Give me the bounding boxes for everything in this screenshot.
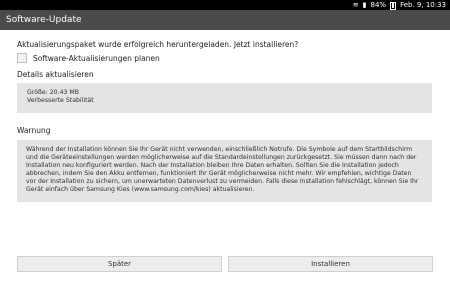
battery-percentage: 84% [370, 1, 387, 9]
battery-icon [390, 1, 397, 10]
warning-box: Während der Installation können Sie Ihr … [17, 140, 432, 202]
install-button[interactable]: Installieren [228, 256, 433, 272]
wifi-icon: ≋ [352, 1, 359, 9]
status-datetime: Feb. 9, 10:33 [400, 1, 446, 9]
schedule-updates-checkbox[interactable] [17, 53, 27, 63]
install-prompt: Aktualisierungspaket wurde erfolgreich h… [17, 40, 299, 49]
warning-heading: Warnung [17, 126, 51, 135]
update-size: Größe: 20.43 MB [27, 89, 80, 96]
later-button[interactable]: Später [17, 256, 222, 272]
details-box: Größe: 20.43 MB Verbesserte Stabilität [17, 83, 432, 113]
warning-text: Während der Installation können Sie Ihr … [26, 146, 419, 194]
action-bar: Später Installieren [17, 256, 433, 272]
details-heading: Details aktualisieren [17, 70, 94, 79]
update-description: Verbesserte Stabilität [27, 97, 94, 104]
window-title: Software-Update [0, 10, 450, 30]
status-bar: ≋ ▮ 84% Feb. 9, 10:33 [0, 0, 450, 10]
schedule-updates-option[interactable]: Software-Aktualisierungen planen [17, 52, 160, 64]
schedule-updates-label: Software-Aktualisierungen planen [33, 53, 160, 63]
signal-icon: ▮ [362, 1, 367, 9]
